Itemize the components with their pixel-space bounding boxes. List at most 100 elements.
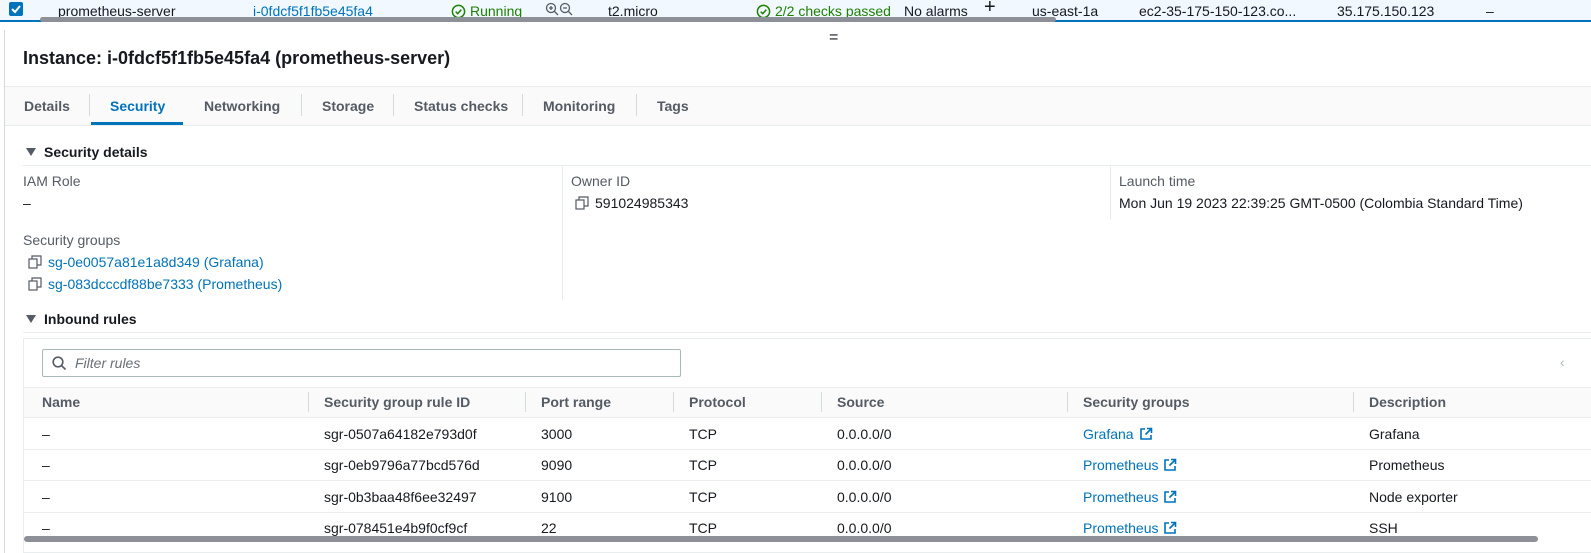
- cell-security-group-link[interactable]: Grafana: [1083, 426, 1153, 442]
- external-link-icon[interactable]: [1163, 490, 1177, 504]
- copy-icon[interactable]: [575, 196, 589, 210]
- cell-description: Prometheus: [1369, 457, 1445, 473]
- cell-name: –: [42, 489, 50, 505]
- cell-name: –: [42, 457, 50, 473]
- public-ip: 35.175.150.123: [1337, 3, 1435, 19]
- column-divider: [1110, 165, 1111, 220]
- cell-rule-id: sgr-0507a64182e793d0f: [324, 426, 477, 442]
- security-group-link-text[interactable]: Grafana: [1083, 426, 1134, 442]
- column-resizer[interactable]: [673, 392, 674, 412]
- zoom-in-icon[interactable]: [545, 2, 559, 16]
- column-header-name[interactable]: Name: [42, 394, 80, 410]
- cell-rule-id: sgr-0eb9796a77bcd576d: [324, 457, 480, 473]
- iam-role-value: –: [23, 195, 31, 211]
- security-details-toggle[interactable]: Security details: [26, 144, 148, 160]
- cell-port-range: 22: [541, 520, 557, 536]
- owner-id-text: 591024985343: [595, 195, 689, 211]
- owner-id-value: 591024985343: [575, 195, 688, 211]
- cell-protocol: TCP: [689, 489, 717, 505]
- tab-storage[interactable]: Storage: [322, 98, 374, 114]
- table-header: [24, 387, 1591, 418]
- external-link-icon[interactable]: [1163, 458, 1177, 472]
- cell-name: –: [42, 426, 50, 442]
- column-header-security-groups[interactable]: Security groups: [1083, 394, 1190, 410]
- security-group-link-text[interactable]: Prometheus: [1083, 457, 1158, 473]
- cell-description: SSH: [1369, 520, 1398, 536]
- caret-down-icon: [26, 315, 36, 323]
- cell-rule-id: sgr-078451e4b9f0cf9cf: [324, 520, 468, 536]
- copy-icon[interactable]: [28, 255, 42, 269]
- page-title: Instance: i-0fdcf5f1fb5e45fa4 (prometheu…: [23, 48, 451, 68]
- section-divider: [23, 165, 1591, 166]
- column-resizer[interactable]: [1067, 392, 1068, 412]
- row-divider: [24, 480, 1591, 481]
- security-group-link-prometheus[interactable]: sg-083dcccdf88be7333 (Prometheus): [28, 276, 282, 292]
- inbound-rules-toggle[interactable]: Inbound rules: [26, 311, 137, 327]
- cell-protocol: TCP: [689, 426, 717, 442]
- tab-status-checks[interactable]: Status checks: [414, 98, 508, 114]
- security-group-link-grafana[interactable]: sg-0e0057a81e1a8d349 (Grafana): [28, 254, 264, 270]
- column-header-description[interactable]: Description: [1369, 394, 1446, 410]
- copy-icon[interactable]: [28, 277, 42, 291]
- tab-networking[interactable]: Networking: [204, 98, 280, 114]
- column-resizer[interactable]: [1353, 392, 1354, 412]
- add-alarm-button[interactable]: +: [984, 0, 996, 17]
- cell-protocol: TCP: [689, 520, 717, 536]
- column-header-rule-id[interactable]: Security group rule ID: [324, 394, 470, 410]
- security-group-link-text[interactable]: Prometheus: [1083, 520, 1158, 536]
- filter-rules-field[interactable]: [42, 349, 681, 377]
- security-details-header: Security details: [44, 144, 148, 160]
- elastic-ip: –: [1486, 3, 1494, 19]
- cell-description: Grafana: [1369, 426, 1420, 442]
- tab-tags[interactable]: Tags: [657, 98, 689, 114]
- security-group-text[interactable]: sg-0e0057a81e1a8d349 (Grafana): [48, 254, 264, 270]
- external-link-icon[interactable]: [1139, 427, 1153, 441]
- column-header-port-range[interactable]: Port range: [541, 394, 611, 410]
- cell-source: 0.0.0.0/0: [837, 426, 892, 442]
- row-divider: [24, 449, 1591, 450]
- tab-divider: [89, 94, 90, 116]
- column-resizer[interactable]: [525, 392, 526, 412]
- section-divider: [23, 332, 1591, 333]
- search-icon: [52, 356, 67, 371]
- tab-divider: [522, 94, 523, 116]
- tab-details[interactable]: Details: [24, 98, 70, 114]
- collapse-chevron-icon[interactable]: ‹: [1560, 354, 1565, 370]
- cell-security-group-link[interactable]: Prometheus: [1083, 520, 1177, 536]
- column-resizer[interactable]: [821, 392, 822, 412]
- tab-security[interactable]: Security: [110, 98, 165, 114]
- inbound-rules-header: Inbound rules: [44, 311, 137, 327]
- cell-security-group-link[interactable]: Prometheus: [1083, 457, 1177, 473]
- cell-source: 0.0.0.0/0: [837, 520, 892, 536]
- column-divider: [562, 165, 563, 300]
- security-group-text[interactable]: sg-083dcccdf88be7333 (Prometheus): [48, 276, 282, 292]
- security-groups-label: Security groups: [23, 232, 121, 248]
- zoom-out-icon[interactable]: [559, 2, 573, 16]
- security-group-link-text[interactable]: Prometheus: [1083, 489, 1158, 505]
- cell-protocol: TCP: [689, 457, 717, 473]
- row-checkbox[interactable]: [9, 2, 23, 16]
- horizontal-scrollbar-top[interactable]: [40, 17, 1056, 22]
- caret-down-icon: [26, 148, 36, 156]
- instance-row-selected[interactable]: prometheus-server i-0fdcf5f1fb5e45fa4 Ru…: [0, 0, 1591, 22]
- cell-port-range: 9090: [541, 457, 573, 473]
- active-tab-indicator: [91, 122, 183, 125]
- cell-port-range: 3000: [541, 426, 573, 442]
- horizontal-scrollbar-bottom[interactable]: [24, 536, 1538, 542]
- launch-time-label: Launch time: [1119, 173, 1196, 189]
- cell-source: 0.0.0.0/0: [837, 489, 892, 505]
- tab-divider: [393, 94, 394, 116]
- filter-rules-input[interactable]: [75, 354, 665, 372]
- tab-monitoring[interactable]: Monitoring: [543, 98, 615, 114]
- external-link-icon[interactable]: [1163, 521, 1177, 535]
- column-header-source[interactable]: Source: [837, 394, 884, 410]
- tab-divider: [636, 94, 637, 116]
- cell-source: 0.0.0.0/0: [837, 457, 892, 473]
- column-resizer[interactable]: [308, 392, 309, 412]
- launch-time-value: Mon Jun 19 2023 22:39:25 GMT-0500 (Colom…: [1119, 195, 1523, 211]
- cell-rule-id: sgr-0b3baa48f6ee32497: [324, 489, 477, 505]
- column-header-protocol[interactable]: Protocol: [689, 394, 746, 410]
- cell-description: Node exporter: [1369, 489, 1458, 505]
- cell-security-group-link[interactable]: Prometheus: [1083, 489, 1177, 505]
- cell-name: –: [42, 520, 50, 536]
